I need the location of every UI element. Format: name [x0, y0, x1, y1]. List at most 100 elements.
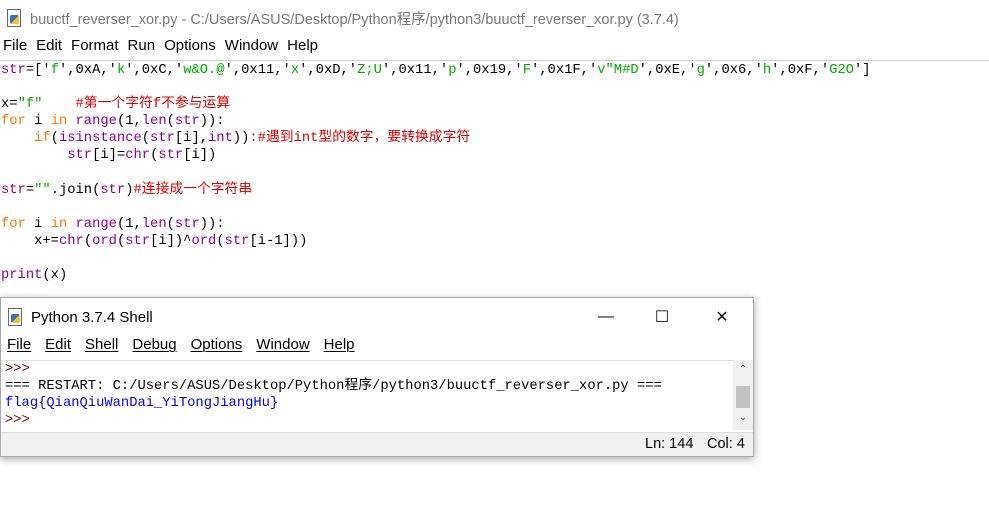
code-token: str [224, 233, 250, 249]
menu-window[interactable]: Window [256, 336, 309, 358]
close-button[interactable]: ✕ [699, 298, 745, 336]
code-token: G2O [829, 63, 854, 78]
code-token: ord [92, 233, 117, 249]
scrollbar-thumb[interactable] [736, 386, 750, 408]
menu-options[interactable]: Options [161, 37, 216, 59]
shell-menu-bar: File Edit Shell Debug Options Window Help [1, 336, 753, 358]
menu-shell[interactable]: Shell [85, 336, 118, 358]
code-line: str=['f',0xA,'k',0xC,'w&O.@',0x11,'x',0x… [1, 62, 871, 79]
code-token: )): [199, 114, 225, 130]
code-token: str [174, 216, 200, 232]
code-token: ',0xE,' [638, 63, 697, 78]
code-token: g [696, 63, 705, 78]
code-token: ( [116, 233, 126, 249]
code-editor[interactable]: str=['f',0xA,'k',0xC,'w&O.@',0x11,'x',0x… [1, 62, 871, 284]
code-line: x="f" #第一个字符f不参与运算 [1, 96, 871, 113]
code-token: Z;U [357, 63, 382, 78]
editor-menu-bar: File Edit Format Run Options Window Help [0, 37, 324, 59]
code-token: ( [50, 131, 59, 147]
code-token: chr [58, 233, 84, 249]
divider [0, 60, 989, 61]
menu-format[interactable]: Format [68, 37, 119, 59]
shell-line: >>> [5, 413, 30, 429]
code-token: w&O.@ [183, 63, 225, 78]
code-token: str [1, 182, 26, 198]
code-token: [i]= [92, 148, 126, 164]
code-token: ',0x11,' [381, 63, 449, 78]
code-token: str [1, 63, 26, 78]
code-token: #连接成一个字符串 [133, 182, 253, 198]
code-token: = [25, 182, 35, 198]
menu-edit[interactable]: Edit [33, 37, 62, 59]
code-token: len [141, 216, 167, 232]
shell-output[interactable]: >>> === RESTART: C:/Users/ASUS/Desktop/Py… [1, 360, 735, 431]
code-token: h [762, 63, 772, 78]
code-token: x [290, 63, 300, 78]
menu-window[interactable]: Window [222, 37, 278, 59]
code-token: range [75, 216, 117, 232]
code-token: str [174, 114, 200, 130]
code-token: str [125, 233, 151, 249]
code-token: (1, [116, 114, 142, 130]
code-token: i [25, 216, 51, 232]
menu-help[interactable]: Help [324, 336, 355, 358]
code-token: ( [83, 233, 93, 249]
code-token: "" [34, 182, 51, 198]
menu-edit[interactable]: Edit [45, 336, 71, 358]
code-token: )): [199, 216, 225, 232]
code-token: in [50, 216, 68, 232]
maximize-button[interactable]: ☐ [639, 298, 685, 336]
code-token: k [116, 63, 126, 78]
code-line: x+=chr(ord(str[i])^ord(str[i-1])) [1, 233, 871, 250]
code-token: x+= [1, 233, 59, 249]
code-token: ',0x19,' [456, 63, 523, 78]
menu-run[interactable]: Run [125, 37, 156, 59]
vertical-scrollbar[interactable]: ⌃ ⌄ [733, 360, 753, 430]
code-line: str[i]=chr(str[i]) [1, 147, 871, 164]
code-token: str [158, 148, 184, 164]
code-token: :#遇到int型的数字，要转换成字符 [249, 131, 471, 147]
menu-debug[interactable]: Debug [132, 336, 176, 358]
scroll-down-icon[interactable]: ⌄ [733, 412, 753, 423]
code-line: for i in range(1,len(str)): [1, 216, 871, 233]
code-token: if [34, 131, 51, 147]
menu-file[interactable]: File [7, 336, 31, 358]
line-number: Ln: 144 [645, 436, 694, 452]
code-token: ',0xF,' [771, 63, 830, 78]
editor-title-bar: buuctf_reverser_xor.py - C:/Users/ASUS/D… [0, 0, 989, 36]
editor-title: buuctf_reverser_xor.py - C:/Users/ASUS/D… [30, 11, 679, 28]
menu-help[interactable]: Help [284, 37, 318, 59]
code-token: str [100, 182, 126, 198]
scroll-up-icon[interactable]: ⌃ [733, 364, 753, 375]
python-file-icon [6, 9, 22, 27]
menu-file[interactable]: File [0, 37, 27, 59]
code-token: ',0xA,' [58, 63, 117, 78]
python-shell-icon [7, 308, 23, 326]
shell-line: === RESTART: C:/Users/ASUS/Desktop/Pytho… [5, 379, 662, 395]
code-token: (x) [42, 268, 68, 284]
code-line: if(isinstance(str[i],int)):#遇到int型的数字，要转… [1, 130, 871, 147]
code-token: range [75, 114, 117, 130]
shell-title-bar: Python 3.7.4 Shell — ☐ ✕ [1, 298, 753, 336]
menu-options[interactable]: Options [191, 336, 243, 358]
code-token: len [141, 114, 167, 130]
code-token: (1, [116, 216, 142, 232]
code-token: x= [1, 97, 18, 113]
code-token: )) [232, 131, 250, 147]
code-token: "f" [17, 97, 43, 113]
code-token: .join( [50, 182, 101, 198]
code-token: ( [166, 216, 175, 232]
code-token: ( [216, 233, 225, 249]
code-token: ',0x6,' [704, 63, 763, 78]
code-token: ',0xD,' [299, 63, 358, 78]
code-token: ',0x1F,' [531, 63, 598, 78]
minimize-button[interactable]: — [583, 298, 629, 336]
